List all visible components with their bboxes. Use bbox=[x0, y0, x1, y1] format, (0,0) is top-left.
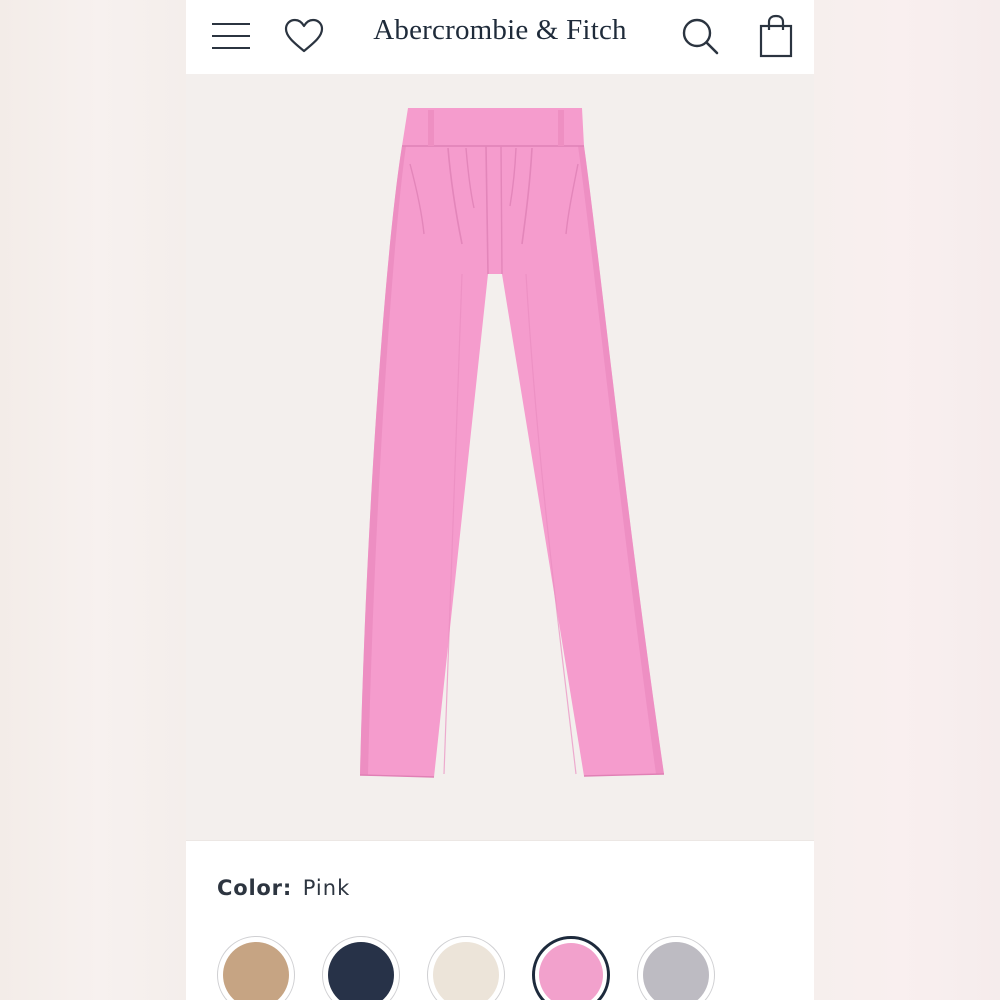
menu-icon[interactable] bbox=[210, 20, 252, 52]
section-divider bbox=[186, 840, 814, 841]
color-swatch-pink[interactable] bbox=[532, 936, 610, 1000]
color-label: Color: bbox=[217, 876, 293, 900]
heart-icon[interactable] bbox=[284, 18, 324, 56]
selected-color-name: Pink bbox=[302, 876, 351, 900]
color-swatch-navy[interactable] bbox=[322, 936, 400, 1000]
shopping-bag-icon[interactable] bbox=[758, 14, 794, 58]
color-swatch-grey[interactable] bbox=[637, 936, 715, 1000]
product-image[interactable] bbox=[186, 74, 814, 840]
color-swatch-cream[interactable] bbox=[427, 936, 505, 1000]
color-selection: Color: Pink bbox=[217, 876, 350, 900]
brand-logo[interactable]: Abercrombie & Fitch bbox=[336, 14, 664, 47]
color-swatch-tan[interactable] bbox=[217, 936, 295, 1000]
site-header: Abercrombie & Fitch bbox=[186, 0, 814, 74]
search-icon[interactable] bbox=[680, 16, 720, 56]
app-screen: Abercrombie & Fitch Color: Pink bbox=[186, 0, 814, 1000]
